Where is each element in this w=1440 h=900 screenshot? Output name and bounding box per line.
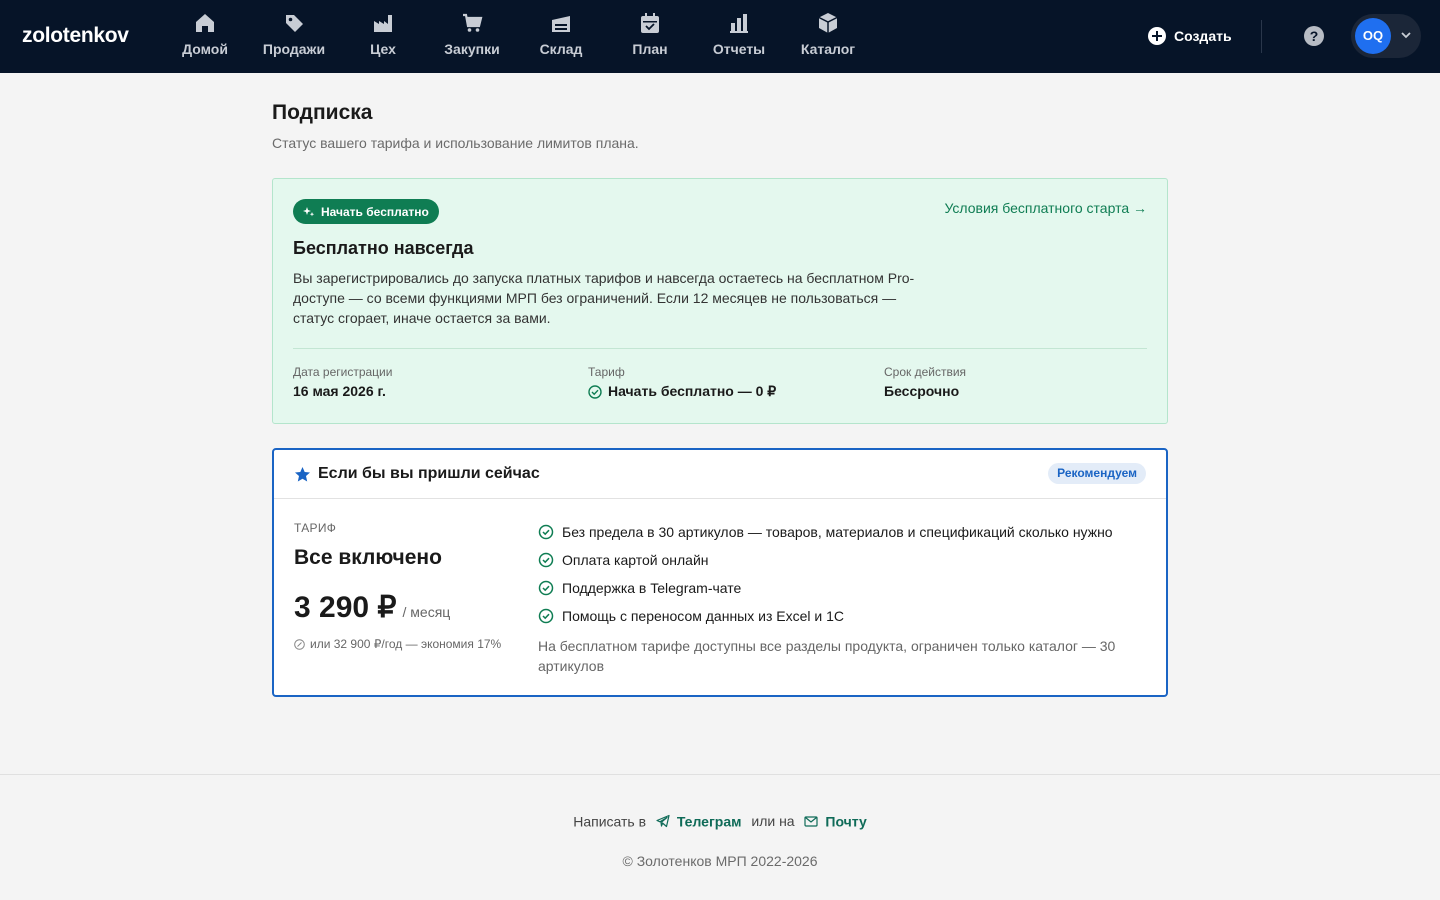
check-circle-icon xyxy=(588,384,602,399)
recommended-plan-card: Если бы вы пришли сейчас Рекомендуем ТАР… xyxy=(272,448,1168,697)
nav-item-home[interactable]: Домой xyxy=(160,0,250,73)
free-start-terms-link[interactable]: Условия бесплатного старта → xyxy=(944,200,1147,216)
nav-item-label: Домой xyxy=(182,41,228,57)
feature-text: Без предела в 30 артикулов — товаров, ма… xyxy=(562,524,1113,540)
top-navigation-bar: zolotenkov Домой Продажи Цех Закупки Скл… xyxy=(0,0,1440,73)
nav-item-sales[interactable]: Продажи xyxy=(249,0,339,73)
sparkle-icon xyxy=(303,206,315,216)
free-plan-title: Бесплатно навсегда xyxy=(293,238,474,258)
recommended-badge: Рекомендуем xyxy=(1048,463,1146,484)
telegram-icon xyxy=(656,815,670,828)
nav-item-label: Закупки xyxy=(444,41,500,57)
free-plan-description: Вы зарегистрировались до запуска платных… xyxy=(293,270,915,326)
card-divider xyxy=(293,348,1147,349)
feature-text: Оплата картой онлайн xyxy=(562,552,709,568)
free-plan-badge-label: Начать бесплатно xyxy=(321,204,429,219)
create-button-label: Создать xyxy=(1174,28,1232,44)
recommended-card-header: Если бы вы пришли сейчас Рекомендуем xyxy=(274,450,1166,499)
nav-item-purchases[interactable]: Закупки xyxy=(427,0,517,73)
validity-value: Бессрочно xyxy=(884,383,960,399)
plan-label: ТАРИФ xyxy=(294,521,337,535)
list-item: Поддержка в Telegram-чате xyxy=(538,574,1113,602)
footer-or: или на xyxy=(751,813,795,830)
telegram-link[interactable]: Телеграм xyxy=(677,813,742,829)
registration-date-label: Дата регистрации xyxy=(293,365,393,379)
create-button[interactable]: Создать xyxy=(1148,22,1232,50)
nav-item-label: Цех xyxy=(370,41,396,57)
free-tariff-note: На бесплатном тарифе доступны все раздел… xyxy=(538,638,1116,674)
list-item: Оплата картой онлайн xyxy=(538,546,1113,574)
page-title: Подписка xyxy=(272,101,373,124)
nav-item-label: Каталог xyxy=(800,41,856,57)
check-circle-icon xyxy=(538,552,554,568)
footer-divider xyxy=(0,774,1440,775)
avatar: OQ xyxy=(1355,18,1391,54)
registration-date: Дата регистрации 16 мая 2026 г. xyxy=(293,365,392,399)
help-icon[interactable]: ? xyxy=(1304,26,1324,46)
box-icon xyxy=(818,13,838,33)
tariff-value: Начать бесплатно — 0 ₽ xyxy=(608,383,777,399)
current-tariff: Тариф Начать бесплатно — 0 ₽ xyxy=(588,365,776,400)
nav-item-label: План xyxy=(632,41,668,57)
page-subtitle: Статус вашего тарифа и использование лим… xyxy=(272,135,639,151)
validity-label: Срок действия xyxy=(884,365,967,379)
plan-price: 3 290 ₽ / месяц xyxy=(294,590,450,625)
nav-item-plan[interactable]: План xyxy=(605,0,695,73)
nav-item-catalog[interactable]: Каталог xyxy=(783,0,873,73)
nav-item-label: Продажи xyxy=(262,41,326,57)
nav-item-label: Отчеты xyxy=(712,41,766,57)
yearly-price-text: или 32 900 ₽/год — экономия 17% xyxy=(310,637,502,651)
mail-icon xyxy=(804,816,819,827)
plus-circle-icon xyxy=(1148,27,1166,45)
list-item: Без предела в 30 артикулов — товаров, ма… xyxy=(538,518,1113,546)
bar-chart-icon xyxy=(730,14,748,33)
tariff-label: Тариф xyxy=(588,365,625,379)
home-icon xyxy=(196,14,214,32)
footer-contacts: Написать в Телеграм или на Почту xyxy=(0,812,1440,829)
feature-text: Поддержка в Telegram-чате xyxy=(562,580,742,596)
registration-date-value: 16 мая 2026 г. xyxy=(293,383,386,399)
plan-name: Все включено xyxy=(294,546,442,569)
star-icon xyxy=(295,467,310,482)
feature-text: Помощь с переносом данных из Excel и 1С xyxy=(562,608,844,624)
yearly-price: или 32 900 ₽/год — экономия 17% xyxy=(294,637,501,651)
price-amount: 3 290 ₽ xyxy=(294,591,397,624)
app-logo[interactable]: zolotenkov xyxy=(22,24,129,48)
recommended-card-title: Если бы вы пришли сейчас xyxy=(318,465,540,482)
check-circle-icon xyxy=(538,580,554,596)
nav-item-reports[interactable]: Отчеты xyxy=(694,0,784,73)
nav-item-workshop[interactable]: Цех xyxy=(338,0,428,73)
check-circle-icon xyxy=(538,608,554,624)
feature-list: Без предела в 30 артикулов — товаров, ма… xyxy=(538,518,1113,630)
copyright: © Золотенков МРП 2022-2026 xyxy=(622,853,818,869)
list-item: Помощь с переносом данных из Excel и 1С xyxy=(538,602,1113,630)
user-menu-button[interactable]: OQ xyxy=(1351,14,1421,58)
price-period: / месяц xyxy=(402,604,451,620)
nav-item-warehouse[interactable]: Склад xyxy=(516,0,606,73)
warehouse-icon xyxy=(552,16,570,32)
discount-icon xyxy=(294,638,305,650)
free-plan-badge: Начать бесплатно xyxy=(293,199,439,224)
free-plan-card: Начать бесплатно Условия бесплатного ста… xyxy=(272,178,1168,424)
footer-write-prefix: Написать в xyxy=(573,813,647,830)
check-circle-icon xyxy=(538,524,554,540)
factory-icon xyxy=(374,15,392,32)
chevron-down-icon xyxy=(1401,32,1411,39)
header-divider xyxy=(1261,20,1262,53)
nav-item-label: Склад xyxy=(539,41,583,57)
validity-period: Срок действия Бессрочно xyxy=(884,365,966,399)
calendar-icon xyxy=(641,13,659,33)
mail-link[interactable]: Почту xyxy=(825,813,866,829)
cart-icon xyxy=(463,13,483,32)
tag-icon xyxy=(286,15,303,32)
